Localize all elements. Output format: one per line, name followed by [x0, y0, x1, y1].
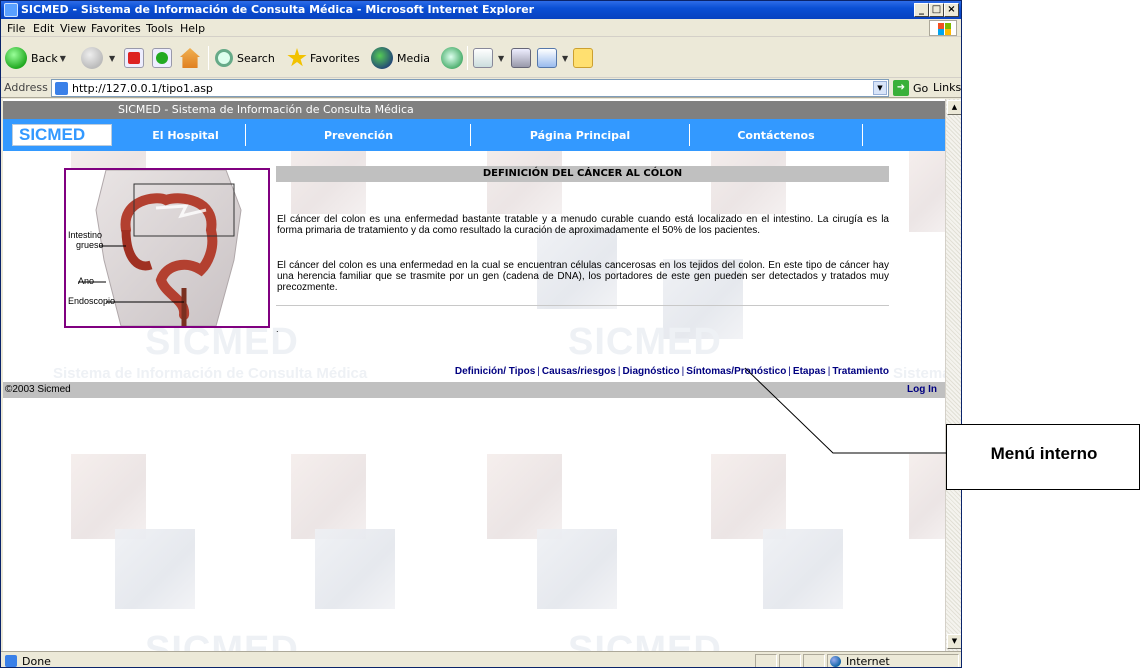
callout-pointer: [744, 367, 946, 454]
callout-label: Menú interno: [990, 444, 1098, 463]
callout-box: Menú interno: [946, 424, 1140, 490]
